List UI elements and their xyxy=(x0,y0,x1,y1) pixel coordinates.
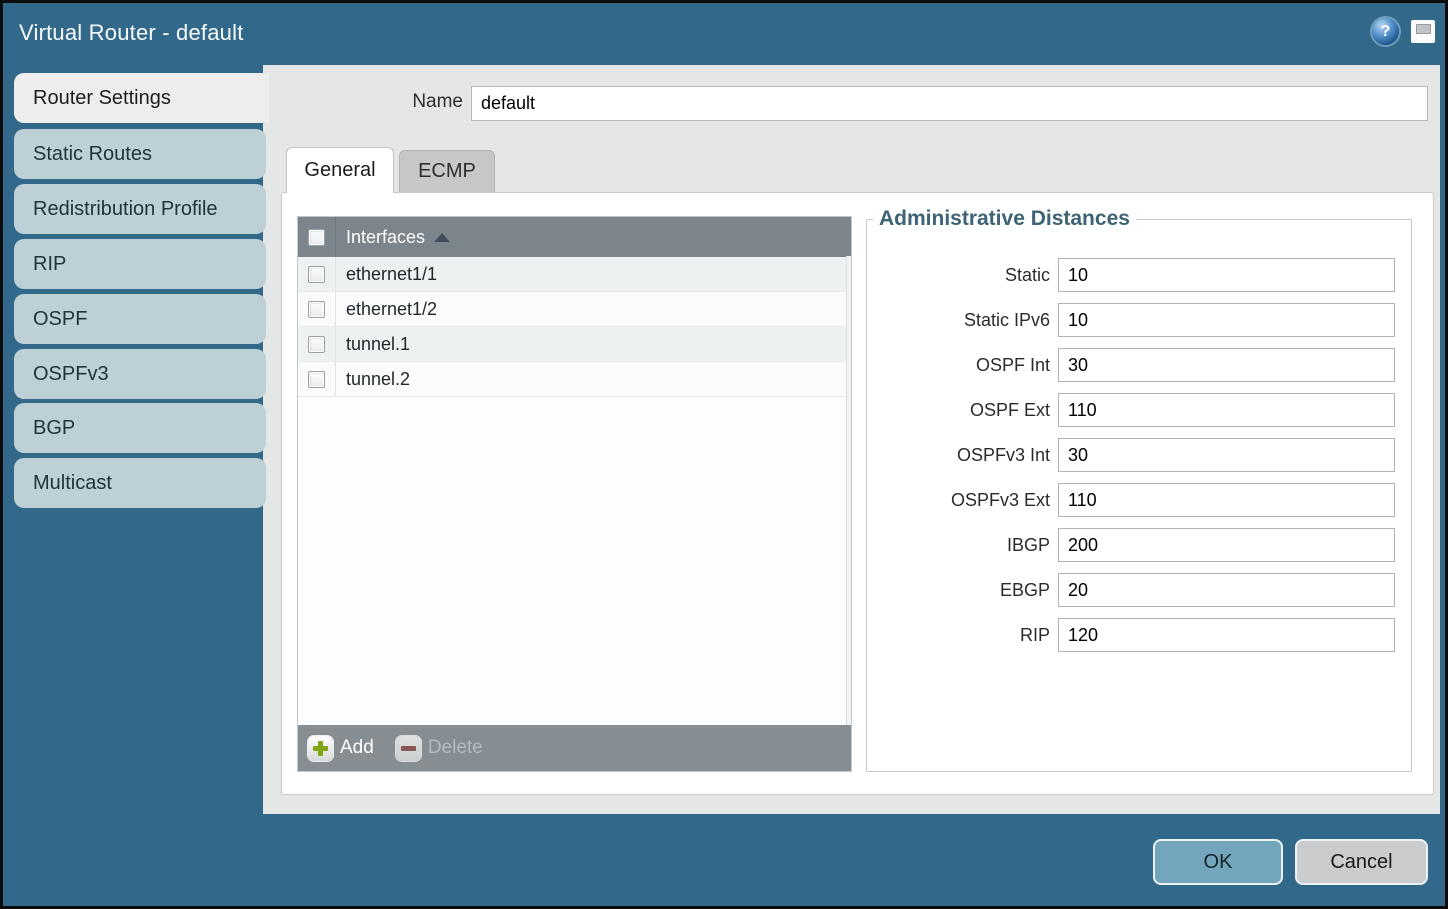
tab-general[interactable]: General xyxy=(286,147,394,193)
sidebar-item-ospfv3[interactable]: OSPFv3 xyxy=(14,349,266,399)
sort-ascending-icon xyxy=(434,233,450,242)
dialog-title: Virtual Router - default xyxy=(19,20,244,46)
ebgp-input[interactable] xyxy=(1058,573,1395,607)
sidebar-item-ospf[interactable]: OSPF xyxy=(14,294,266,344)
ibgp-input[interactable] xyxy=(1058,528,1395,562)
ospfv3-ext-input[interactable] xyxy=(1058,483,1395,517)
rip-input[interactable] xyxy=(1058,618,1395,652)
table-row-tunnel-1[interactable]: tunnel.1 xyxy=(298,327,851,362)
help-icon[interactable]: ? xyxy=(1372,18,1399,45)
field-row-ospf-int: OSPF Int xyxy=(867,348,1411,382)
static-ipv6-input[interactable] xyxy=(1058,303,1395,337)
row-checkbox[interactable] xyxy=(308,371,325,388)
maximize-window-icon-inner xyxy=(1416,24,1431,34)
interfaces-table-header[interactable]: Interfaces xyxy=(298,217,851,257)
ospf-int-input[interactable] xyxy=(1058,348,1395,382)
interfaces-column-header: Interfaces xyxy=(336,227,425,248)
ibgp-label: IBGP xyxy=(867,535,1050,556)
sidebar-item-bgp[interactable]: BGP xyxy=(14,403,266,453)
sidebar-item-rip[interactable]: RIP xyxy=(14,239,266,289)
field-row-rip: RIP xyxy=(867,618,1411,652)
sidebar-item-static-routes[interactable]: Static Routes xyxy=(14,129,266,179)
interface-name: tunnel.2 xyxy=(336,369,410,390)
minus-icon xyxy=(396,736,421,761)
administrative-distances-legend: Administrative Distances xyxy=(873,207,1136,231)
table-footer-bar: Add Delete xyxy=(298,725,851,771)
ebgp-label: EBGP xyxy=(867,580,1050,601)
virtual-router-dialog: Virtual Router - default ? Router Settin… xyxy=(0,0,1448,909)
add-button[interactable]: Add xyxy=(308,736,374,761)
interfaces-table: Interfaces ethernet1/1 ethernet1/2 tunne… xyxy=(297,216,852,772)
row-checkbox[interactable] xyxy=(308,336,325,353)
delete-button[interactable]: Delete xyxy=(396,736,483,761)
sidebar-item-router-settings[interactable]: Router Settings xyxy=(14,73,269,123)
rip-label: RIP xyxy=(867,625,1050,646)
row-checkbox[interactable] xyxy=(308,266,325,283)
plus-icon xyxy=(308,736,333,761)
interface-name: ethernet1/1 xyxy=(336,264,437,285)
ospfv3-int-label: OSPFv3 Int xyxy=(867,445,1050,466)
interface-name: ethernet1/2 xyxy=(336,299,437,320)
delete-button-label: Delete xyxy=(428,737,483,759)
table-row-ethernet1-1[interactable]: ethernet1/1 xyxy=(298,257,851,292)
administrative-distances-fieldset: Administrative Distances Static Static I… xyxy=(866,207,1412,772)
row-checkbox[interactable] xyxy=(308,301,325,318)
sidebar-item-multicast[interactable]: Multicast xyxy=(14,458,266,508)
field-row-ibgp: IBGP xyxy=(867,528,1411,562)
cancel-button[interactable]: Cancel xyxy=(1295,839,1428,885)
ospf-ext-input[interactable] xyxy=(1058,393,1395,427)
table-row-ethernet1-2[interactable]: ethernet1/2 xyxy=(298,292,851,327)
field-row-ospf-ext: OSPF Ext xyxy=(867,393,1411,427)
ospfv3-ext-label: OSPFv3 Ext xyxy=(867,490,1050,511)
ospf-ext-label: OSPF Ext xyxy=(867,400,1050,421)
tab-ecmp[interactable]: ECMP xyxy=(399,150,495,193)
field-row-static-ipv6: Static IPv6 xyxy=(867,303,1411,337)
field-row-ospfv3-int: OSPFv3 Int xyxy=(867,438,1411,472)
field-row-ebgp: EBGP xyxy=(867,573,1411,607)
sidebar-item-redistribution-profile[interactable]: Redistribution Profile xyxy=(14,184,266,234)
static-input[interactable] xyxy=(1058,258,1395,292)
general-tab-panel: Interfaces ethernet1/1 ethernet1/2 tunne… xyxy=(281,192,1434,795)
field-row-ospfv3-ext: OSPFv3 Ext xyxy=(867,483,1411,517)
ok-button[interactable]: OK xyxy=(1153,839,1283,885)
static-label: Static xyxy=(867,265,1050,286)
table-empty-area xyxy=(298,397,851,725)
table-row-tunnel-2[interactable]: tunnel.2 xyxy=(298,362,851,397)
interface-name: tunnel.1 xyxy=(336,334,410,355)
name-input[interactable] xyxy=(471,86,1428,121)
table-scrollbar[interactable] xyxy=(846,256,851,725)
field-row-static: Static xyxy=(867,258,1411,292)
ospf-int-label: OSPF Int xyxy=(867,355,1050,376)
static-ipv6-label: Static IPv6 xyxy=(867,310,1050,331)
select-all-checkbox[interactable] xyxy=(308,229,325,246)
name-label: Name xyxy=(388,91,463,113)
ospfv3-int-input[interactable] xyxy=(1058,438,1395,472)
maximize-window-icon[interactable] xyxy=(1411,20,1435,43)
add-button-label: Add xyxy=(340,737,374,759)
